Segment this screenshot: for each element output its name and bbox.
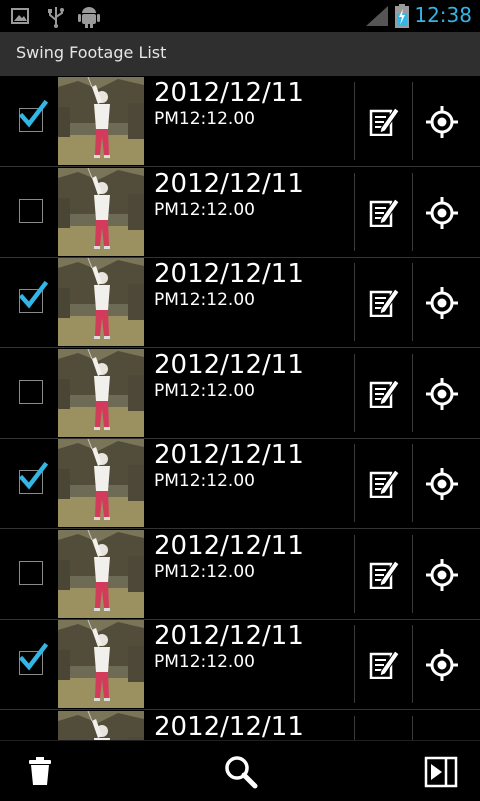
bottom-action-bar bbox=[0, 740, 480, 801]
select-checkbox[interactable] bbox=[18, 99, 48, 132]
video-thumbnail[interactable] bbox=[58, 77, 144, 165]
list-item[interactable]: 2012/12/11 PM12:12.00 bbox=[0, 348, 480, 439]
target-button[interactable] bbox=[414, 258, 472, 346]
divider bbox=[354, 82, 355, 160]
target-button[interactable] bbox=[414, 77, 472, 165]
footage-time: PM12:12.00 bbox=[154, 561, 255, 582]
android-debug-icon bbox=[78, 6, 100, 32]
status-clock: 12:38 bbox=[414, 3, 472, 27]
video-thumbnail[interactable] bbox=[58, 258, 144, 346]
footage-time: PM12:12.00 bbox=[154, 471, 255, 491]
divider bbox=[354, 263, 355, 341]
footage-date: 2012/12/11 bbox=[154, 349, 304, 380]
edit-button[interactable] bbox=[356, 530, 412, 618]
divider bbox=[354, 444, 355, 522]
edit-button[interactable] bbox=[356, 711, 412, 741]
list-item[interactable]: 2012/12/11 PM12:12.00 bbox=[0, 76, 480, 167]
target-button[interactable] bbox=[414, 168, 472, 256]
delete-button[interactable] bbox=[0, 741, 80, 801]
video-thumbnail[interactable] bbox=[58, 710, 144, 740]
edit-button[interactable] bbox=[356, 349, 412, 437]
divider bbox=[412, 353, 413, 432]
edit-button[interactable] bbox=[356, 439, 412, 527]
footage-date: 2012/12/11 bbox=[154, 530, 304, 561]
video-thumbnail[interactable] bbox=[58, 439, 144, 527]
divider bbox=[354, 172, 355, 251]
battery-charging-icon bbox=[395, 4, 409, 32]
footage-time: PM12:12.00 bbox=[154, 652, 255, 672]
divider bbox=[354, 534, 355, 613]
select-checkbox[interactable] bbox=[18, 280, 48, 313]
edit-button[interactable] bbox=[356, 77, 412, 165]
target-button[interactable] bbox=[414, 530, 472, 618]
usb-icon bbox=[46, 6, 66, 32]
divider bbox=[412, 625, 413, 703]
edit-button[interactable] bbox=[356, 620, 412, 708]
list-item[interactable]: 2012/12/11 PM12:12.00 bbox=[0, 438, 480, 529]
list-item[interactable]: 2012/12/11 PM12:12.00 bbox=[0, 257, 480, 348]
footage-time: PM12:12.00 bbox=[154, 290, 255, 310]
list-item[interactable]: 2012/12/11 PM12:12.00 bbox=[0, 167, 480, 258]
target-button[interactable] bbox=[414, 349, 472, 437]
footage-time: PM12:12.00 bbox=[154, 199, 255, 220]
footage-date: 2012/12/11 bbox=[154, 711, 304, 741]
search-button[interactable] bbox=[200, 741, 280, 801]
footage-date: 2012/12/11 bbox=[154, 259, 304, 289]
edit-button[interactable] bbox=[356, 168, 412, 256]
video-thumbnail[interactable] bbox=[58, 529, 144, 618]
divider bbox=[412, 82, 413, 160]
video-thumbnail[interactable] bbox=[58, 167, 144, 256]
select-checkbox[interactable] bbox=[18, 642, 48, 675]
select-checkbox[interactable] bbox=[19, 198, 43, 223]
video-thumbnail[interactable] bbox=[58, 620, 144, 708]
play-export-button[interactable] bbox=[400, 741, 480, 801]
divider bbox=[354, 625, 355, 703]
footage-date: 2012/12/11 bbox=[154, 78, 304, 108]
footage-date: 2012/12/11 bbox=[154, 621, 304, 651]
signal-icon bbox=[366, 6, 388, 30]
footage-time: PM12:12.00 bbox=[154, 380, 255, 401]
target-button[interactable] bbox=[414, 711, 472, 740]
list-item[interactable]: 2012/12/11 bbox=[0, 710, 480, 741]
select-checkbox[interactable] bbox=[19, 379, 43, 404]
select-checkbox[interactable] bbox=[18, 461, 48, 494]
target-button[interactable] bbox=[414, 620, 472, 708]
divider bbox=[354, 715, 355, 740]
footage-date: 2012/12/11 bbox=[154, 440, 304, 470]
footage-list[interactable]: 2012/12/11 PM12:12.00 2012/12/11 PM12:12.00… bbox=[0, 76, 480, 740]
divider bbox=[412, 444, 413, 522]
page-title: Swing Footage List bbox=[16, 43, 167, 62]
video-thumbnail[interactable] bbox=[58, 348, 144, 437]
status-bar: 12:38 bbox=[0, 0, 480, 32]
action-bar: Swing Footage List bbox=[0, 32, 480, 76]
divider bbox=[412, 263, 413, 341]
select-checkbox[interactable] bbox=[19, 560, 43, 585]
list-item[interactable]: 2012/12/11 PM12:12.00 bbox=[0, 619, 480, 710]
footage-time: PM12:12.00 bbox=[154, 109, 255, 129]
target-button[interactable] bbox=[414, 439, 472, 527]
divider bbox=[412, 172, 413, 251]
edit-button[interactable] bbox=[356, 258, 412, 346]
divider bbox=[354, 353, 355, 432]
image-notification-icon bbox=[10, 6, 30, 30]
divider bbox=[412, 715, 413, 740]
list-item[interactable]: 2012/12/11 PM12:12.00 bbox=[0, 529, 480, 620]
divider bbox=[412, 534, 413, 613]
footage-date: 2012/12/11 bbox=[154, 168, 304, 199]
